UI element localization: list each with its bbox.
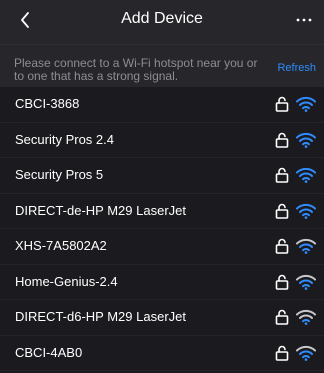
- lock-icon: [275, 309, 289, 325]
- back-button[interactable]: [12, 8, 38, 32]
- lock-icon: [275, 345, 289, 361]
- page-title: Add Device: [121, 10, 203, 27]
- network-name: Home-Genius-2.4: [15, 273, 118, 289]
- network-row[interactable]: DIRECT-d6-HP M29 LaserJet: [0, 300, 324, 336]
- refresh-button[interactable]: Refresh: [277, 62, 316, 74]
- network-name: CBCI-3868: [15, 96, 80, 111]
- wifi-signal-icon: [296, 238, 316, 254]
- lock-icon: [275, 96, 289, 112]
- lock-icon: [275, 167, 289, 183]
- more-options-button[interactable]: [292, 10, 316, 30]
- network-row[interactable]: Security Pros 2.4: [0, 123, 324, 158]
- lock-icon: [275, 274, 289, 290]
- wifi-signal-icon: [296, 96, 316, 112]
- app-header: Add Device: [0, 0, 324, 44]
- network-row[interactable]: CBCI-3868: [0, 87, 324, 123]
- lock-icon: [275, 132, 289, 148]
- wifi-signal-icon: [296, 309, 316, 325]
- wifi-signal-icon: [296, 274, 316, 290]
- network-name: DIRECT-d6-HP M29 LaserJet: [15, 309, 186, 324]
- network-name: CBCI-4AB0: [15, 344, 83, 360]
- chevron-left-icon: [21, 12, 29, 28]
- hint-banner: Please connect to a Wi-Fi hotspot near y…: [0, 44, 324, 87]
- network-name: DIRECT-de-HP M29 LaserJet: [15, 202, 186, 218]
- ellipsis-icon: [296, 18, 312, 22]
- network-name: XHS-7A5802A2: [15, 238, 107, 253]
- wifi-signal-icon: [296, 167, 316, 183]
- network-row[interactable]: CBCI-4AB0: [0, 336, 324, 371]
- wifi-signal-icon: [296, 132, 316, 148]
- wifi-signal-icon: [296, 203, 316, 219]
- network-row[interactable]: Home-Genius-2.4: [0, 265, 324, 300]
- lock-icon: [275, 238, 289, 254]
- hint-message: Please connect to a Wi-Fi hotspot near y…: [14, 56, 258, 83]
- network-row[interactable]: XHS-7A5802A2: [0, 229, 324, 265]
- network-name: Security Pros 5: [15, 167, 104, 182]
- network-row[interactable]: DIRECT-de-HP M29 LaserJet: [0, 194, 324, 229]
- network-row[interactable]: Security Pros 5: [0, 158, 324, 194]
- lock-icon: [275, 203, 289, 219]
- network-name: Security Pros 2.4: [15, 131, 114, 147]
- network-list: CBCI-3868 Security Pros 2.4 Security Pros …: [0, 87, 324, 371]
- wifi-signal-icon: [296, 345, 316, 361]
